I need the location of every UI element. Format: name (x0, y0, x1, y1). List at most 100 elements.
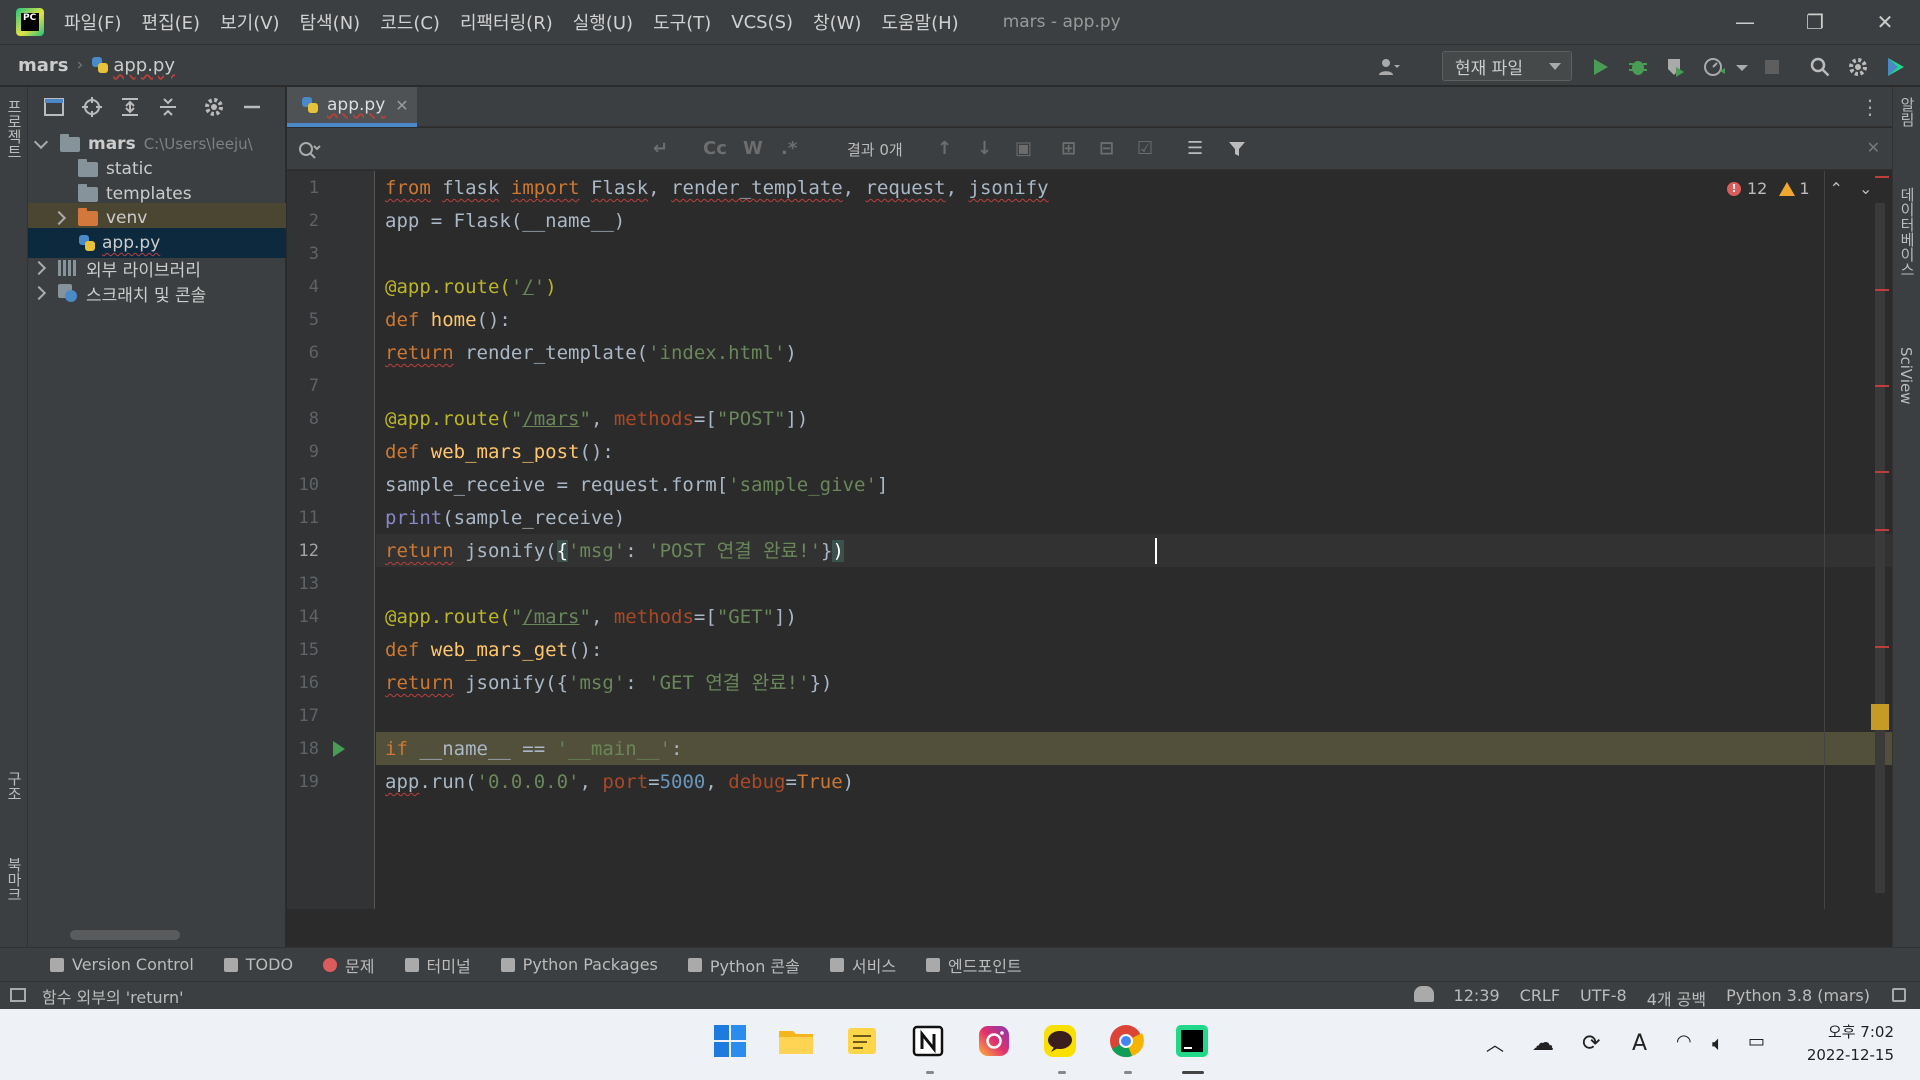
pycharm-logo-icon[interactable]: PC (16, 8, 44, 36)
menu-run[interactable]: 실행(U) (573, 9, 633, 35)
tool-problems[interactable]: 문제 (323, 953, 375, 977)
bookmarks-tool-tab[interactable]: 북마크 (4, 857, 25, 902)
battery-icon[interactable]: ▭ (1748, 1031, 1765, 1052)
tool-services[interactable]: 서비스 (829, 953, 896, 977)
user-icon[interactable] (1376, 55, 1400, 79)
chevron-right-icon[interactable] (31, 285, 47, 301)
search-icon[interactable] (1808, 55, 1832, 79)
menu-window[interactable]: 창(W) (813, 9, 861, 35)
inspection-widget[interactable]: ! 12 1 ⌃ ⌄ (1727, 179, 1872, 198)
settings-gear-icon[interactable] (1846, 55, 1870, 79)
next-occurrence-icon[interactable]: ↓ (977, 138, 992, 159)
lock-icon[interactable] (1892, 988, 1906, 1002)
expand-all-icon[interactable] (118, 95, 142, 119)
minimize-button[interactable]: — (1710, 0, 1780, 44)
chrome-icon[interactable] (1106, 1021, 1146, 1061)
project-tool-tab[interactable]: 프로젝트 (4, 99, 25, 159)
select-all-occurrences-icon[interactable]: ▣ (1015, 138, 1032, 159)
run-gutter-icon[interactable] (333, 741, 345, 757)
volume-icon[interactable]: 🔈︎ (1712, 1031, 1724, 1055)
error-stripe-marker[interactable] (1875, 385, 1889, 387)
warning-stripe-marker[interactable] (1871, 704, 1889, 730)
chevron-right-icon[interactable] (31, 260, 47, 276)
menu-code[interactable]: 코드(C) (380, 9, 440, 35)
remove-occurrence-icon[interactable]: ⊟ (1099, 138, 1114, 159)
instagram-icon[interactable] (974, 1021, 1014, 1061)
file-encoding[interactable]: UTF-8 (1580, 986, 1627, 1010)
indent-setting[interactable]: 4개 공백 (1647, 986, 1706, 1010)
pycharm-taskbar-icon[interactable] (1172, 1021, 1212, 1061)
tool-python-packages[interactable]: Python Packages (500, 955, 658, 974)
structure-tool-tab[interactable]: 구조 (4, 771, 25, 801)
chevron-down-icon[interactable] (33, 134, 49, 150)
new-line-icon[interactable]: ↵ (653, 138, 668, 159)
code-editor[interactable]: 1 2 3 4 5 6 7 8 9 10 11 12 13 14 15 16 1… (287, 171, 1892, 909)
select-opened-file-icon[interactable] (42, 95, 66, 119)
tool-version-control[interactable]: Version Control (50, 955, 194, 974)
windows-start-icon[interactable] (710, 1021, 750, 1061)
menu-edit[interactable]: 편집(E) (142, 9, 201, 35)
next-problem-icon[interactable]: ⌄ (1859, 179, 1872, 198)
menu-vcs[interactable]: VCS(S) (731, 12, 793, 33)
tree-node-scratches[interactable]: 스크래치 및 콘솔 (28, 278, 286, 308)
locate-target-icon[interactable] (80, 95, 104, 119)
error-stripe-marker[interactable] (1875, 471, 1889, 473)
tool-todo[interactable]: TODO (223, 955, 293, 974)
menu-view[interactable]: 보기(V) (220, 9, 279, 35)
close-window-button[interactable]: ✕ (1850, 0, 1920, 44)
error-stripe-marker[interactable] (1875, 529, 1889, 531)
error-stripe-marker[interactable] (1875, 176, 1889, 178)
sticky-notes-icon[interactable] (842, 1021, 882, 1061)
database-tool-tab[interactable]: 데이터베이스 (1897, 187, 1918, 277)
select-all-icon[interactable]: ☑ (1137, 138, 1153, 159)
toggle-tool-windows-icon[interactable] (10, 988, 26, 1002)
python-interpreter[interactable]: Python 3.8 (mars) (1726, 986, 1870, 1010)
file-explorer-icon[interactable] (776, 1021, 816, 1061)
notion-icon[interactable] (908, 1021, 948, 1061)
sciview-tool-tab[interactable]: SciView (1897, 347, 1915, 405)
tool-terminal[interactable]: 터미널 (404, 953, 471, 977)
previous-occurrence-icon[interactable]: ↑ (937, 138, 952, 159)
hide-panel-icon[interactable] (240, 95, 264, 119)
find-input[interactable] (327, 135, 557, 163)
filter-options-icon[interactable]: ☰ (1187, 138, 1203, 159)
whole-words-toggle[interactable]: W (743, 138, 763, 159)
stop-icon[interactable] (1760, 55, 1784, 79)
breadcrumb-project[interactable]: mars (18, 55, 69, 76)
filter-icon[interactable] (1227, 139, 1247, 159)
menu-file[interactable]: 파일(F) (64, 9, 122, 35)
regex-toggle[interactable]: .* (781, 138, 797, 159)
breadcrumb-file[interactable]: app.py (113, 55, 175, 76)
onedrive-cloud-icon[interactable]: ☁ (1532, 1031, 1554, 1056)
restore-button[interactable]: ❐ (1780, 0, 1850, 44)
error-stripe-marker[interactable] (1875, 646, 1889, 648)
kakaotalk-icon[interactable] (1040, 1021, 1080, 1061)
close-find-icon[interactable]: ✕ (1867, 138, 1880, 157)
tool-endpoints[interactable]: 엔드포인트 (926, 953, 1022, 977)
previous-problem-icon[interactable]: ⌃ (1830, 179, 1843, 198)
menu-navigate[interactable]: 탐색(N) (300, 9, 361, 35)
add-occurrence-icon[interactable]: ⊞ (1061, 138, 1076, 159)
match-case-toggle[interactable]: Cc (703, 138, 727, 159)
menu-help[interactable]: 도움말(H) (881, 9, 958, 35)
panel-settings-gear-icon[interactable] (202, 95, 226, 119)
close-tab-icon[interactable]: ✕ (395, 96, 408, 115)
wifi-icon[interactable]: ◠ (1676, 1031, 1692, 1052)
line-separator[interactable]: CRLF (1520, 986, 1560, 1010)
tray-overflow-icon[interactable]: ︿ (1486, 1031, 1504, 1057)
jetbrains-ai-icon[interactable] (1884, 55, 1908, 79)
search-history-icon[interactable] (297, 140, 321, 160)
menu-refactor[interactable]: 리팩터링(R) (460, 9, 553, 35)
run-icon[interactable] (1588, 55, 1612, 79)
chevron-right-icon[interactable] (51, 210, 67, 226)
debug-icon[interactable] (1626, 55, 1650, 79)
run-config-dropdown[interactable]: 현재 파일 (1442, 51, 1572, 81)
horizontal-scrollbar[interactable] (70, 930, 180, 940)
error-stripe-marker[interactable] (1875, 289, 1889, 291)
collapse-all-icon[interactable] (156, 95, 180, 119)
more-run-options-icon[interactable] (1730, 55, 1754, 79)
menu-tools[interactable]: 도구(T) (653, 9, 711, 35)
inspections-icon[interactable] (1413, 986, 1434, 1002)
tab-app-py[interactable]: app.py ✕ (287, 87, 417, 127)
notifications-tool-tab[interactable]: 알림 (1897, 97, 1918, 127)
